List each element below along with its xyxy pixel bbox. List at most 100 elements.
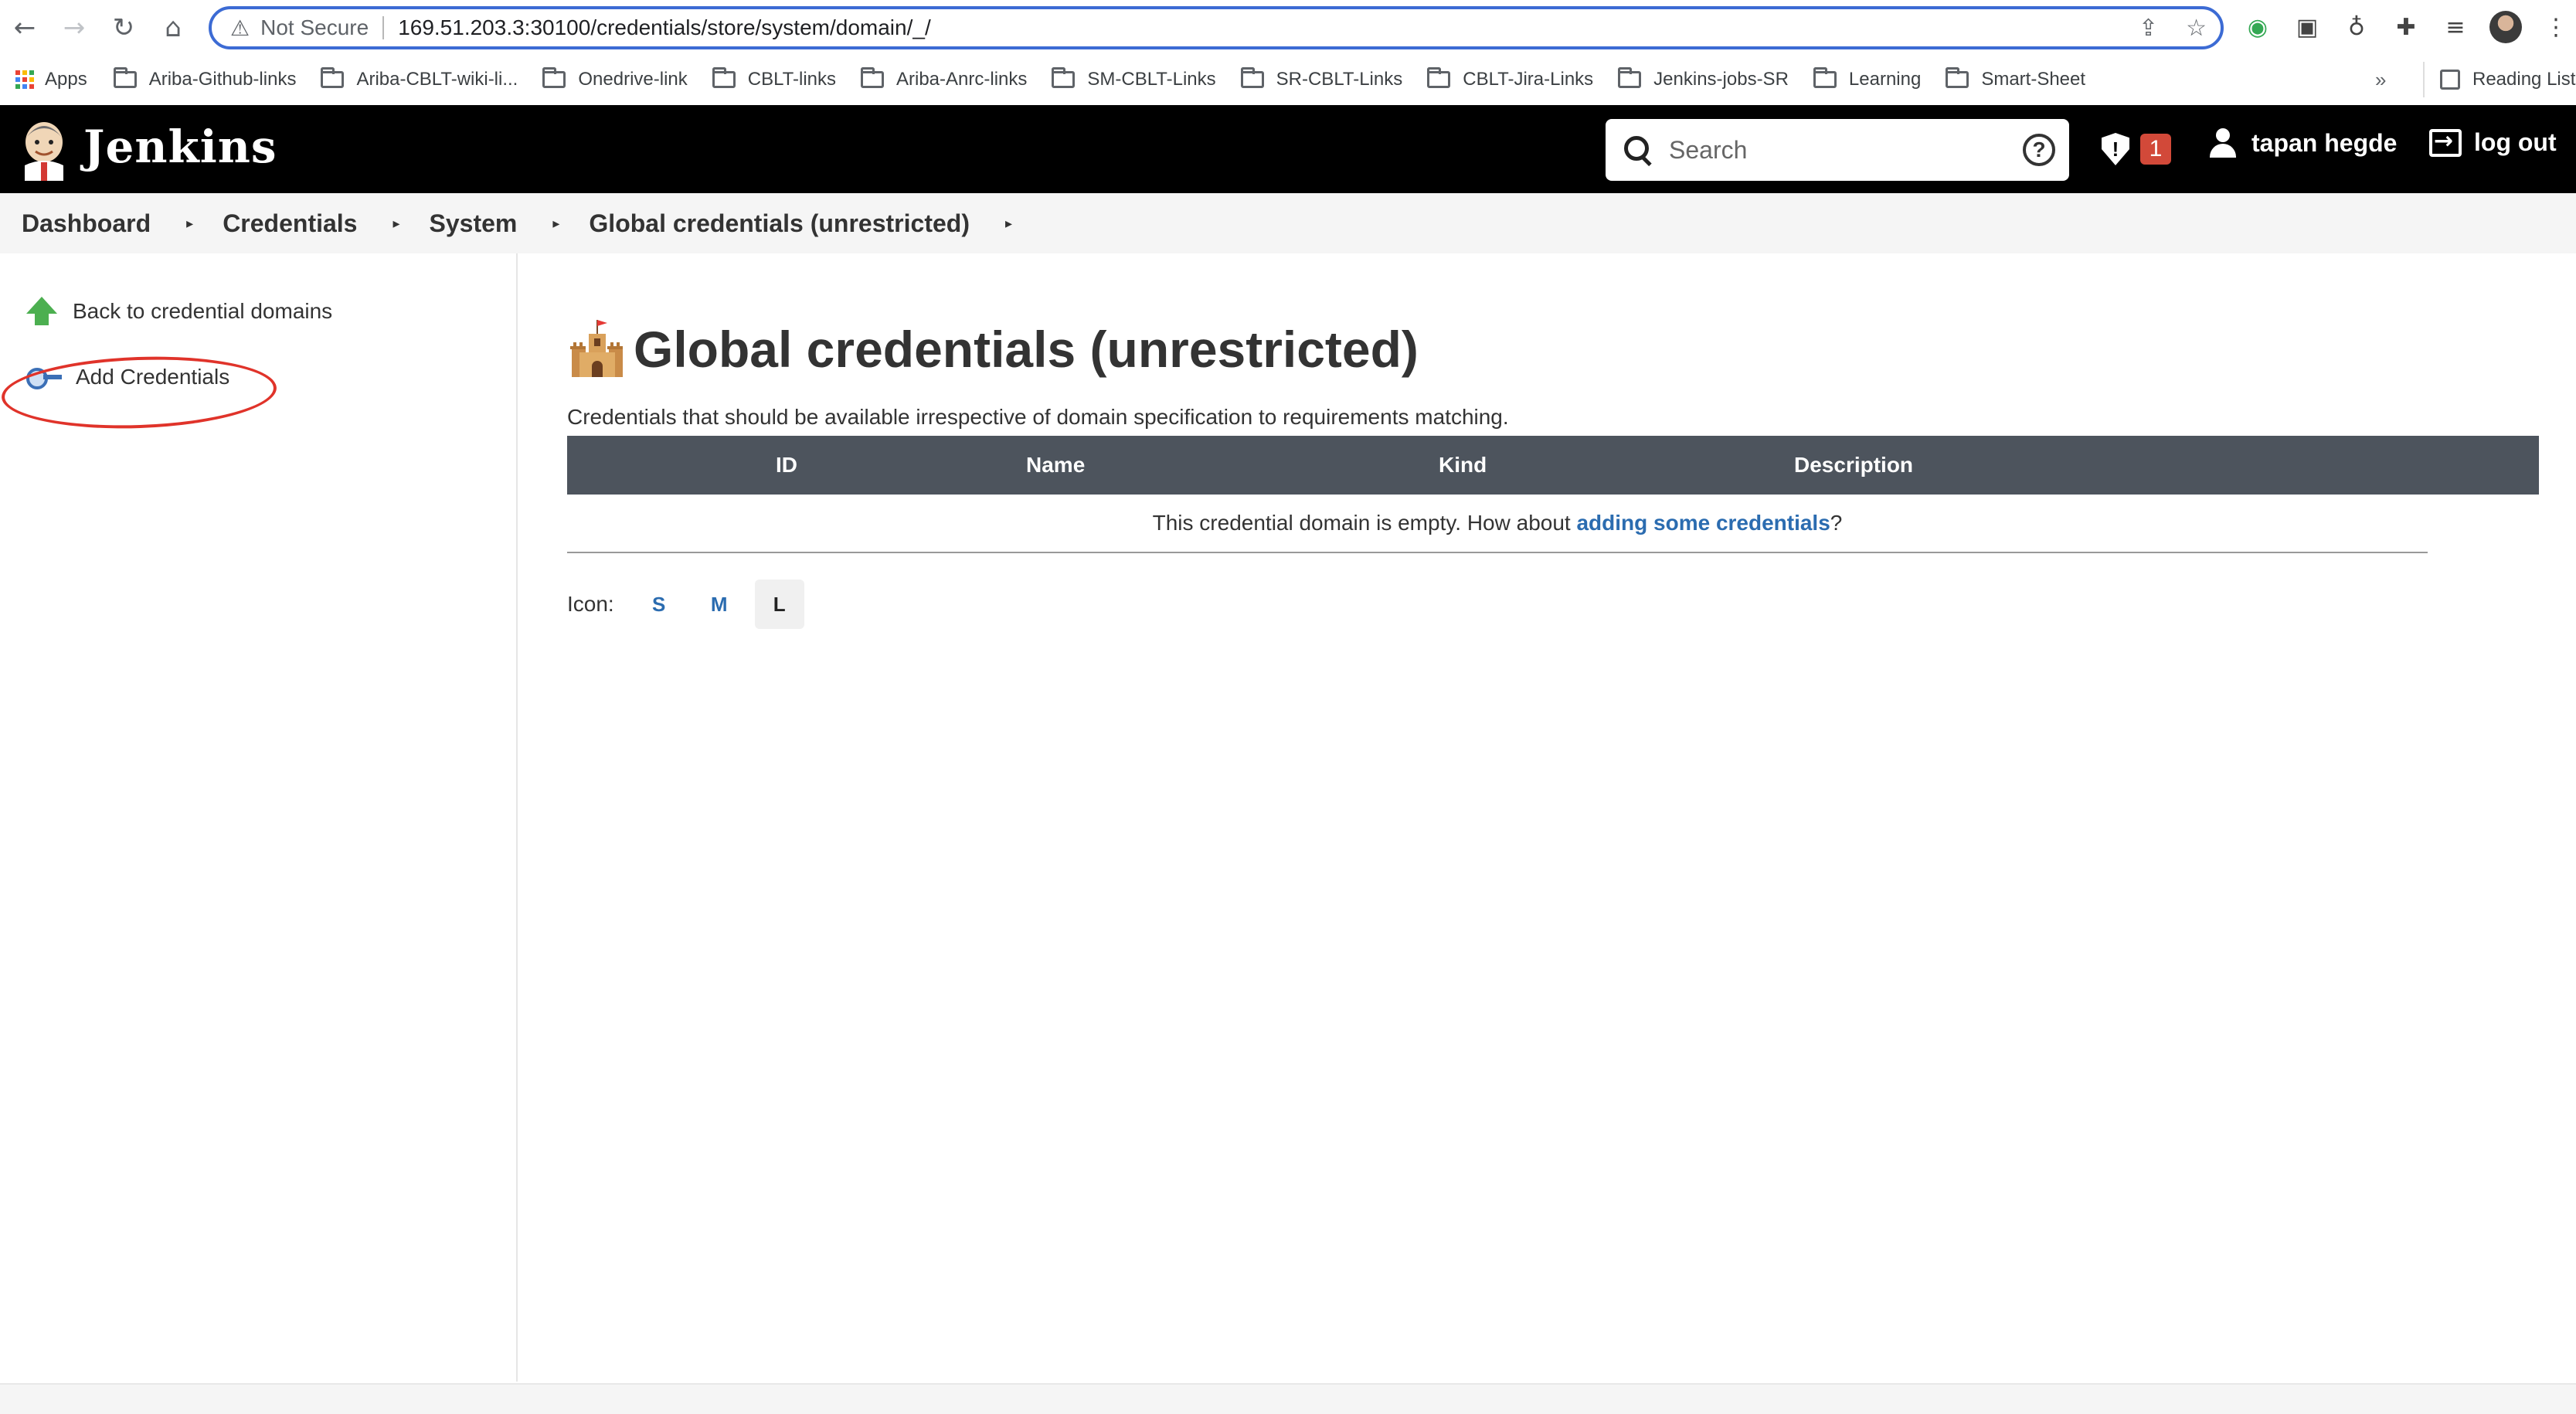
breadcrumb: Dashboard ▸ Credentials ▸ System ▸ Globa… (0, 193, 2576, 253)
folder-icon (1427, 67, 1451, 88)
kebab-menu-icon[interactable]: ⋮ (2540, 12, 2571, 42)
column-header-name[interactable]: Name (1026, 453, 1085, 478)
browser-toolbar: ← → ↻ ⌂ ⚠ Not Secure 169.51.203.3:30100/… (0, 0, 2576, 56)
star-icon[interactable]: ☆ (2186, 15, 2207, 42)
folder-icon (1813, 67, 1837, 88)
adding-some-credentials-link[interactable]: adding some credentials (1576, 511, 1830, 535)
castle-icon (570, 320, 623, 377)
alert-count-badge: 1 (2140, 134, 2171, 165)
bookmark-item[interactable]: Ariba-Github-links (113, 67, 296, 90)
icon-size-small-button[interactable]: S (634, 580, 684, 629)
bookmark-item[interactable]: Smart-Sheet (1946, 67, 2086, 90)
divider (382, 16, 385, 39)
icon-size-large-button[interactable]: L (754, 580, 804, 629)
credentials-table: ID Name Kind Description This credential… (567, 436, 2539, 553)
arrow-up-icon (26, 297, 57, 326)
reading-list-icon (2440, 70, 2460, 90)
bookmark-label: Onedrive-link (578, 69, 688, 90)
folder-icon (1240, 67, 1264, 88)
warning-icon: ⚠ (230, 15, 250, 41)
extension-icon[interactable]: ♁ (2341, 12, 2372, 42)
breadcrumb-global-credentials[interactable]: Global credentials (unrestricted) (589, 209, 970, 238)
user-name: tapan hegde (2251, 128, 2398, 157)
bookmark-label: CBLT-Jira-Links (1463, 69, 1594, 90)
logout-button[interactable]: log out (2429, 127, 2557, 157)
bookmark-label: Learning (1848, 69, 1922, 90)
chevron-right-icon[interactable]: ▸ (393, 216, 399, 232)
extension-icon[interactable]: ▣ (2292, 12, 2323, 42)
column-header-kind[interactable]: Kind (1439, 453, 1487, 478)
bookmark-item[interactable]: Ariba-CBLT-wiki-li... (321, 67, 518, 90)
bookmark-item[interactable]: Ariba-Anrc-links (861, 67, 1028, 90)
bookmarks-bar: Apps Ariba-Github-links Ariba-CBLT-wiki-… (0, 62, 2576, 97)
chevron-right-icon[interactable]: ▸ (1005, 216, 1012, 232)
share-icon[interactable]: ⇪ (2139, 15, 2158, 42)
icon-size-selector: Icon: S M L (567, 580, 804, 629)
icon-size-medium-button[interactable]: M (695, 580, 744, 629)
bookmark-label: Ariba-Anrc-links (896, 69, 1028, 90)
jenkins-brand[interactable]: Jenkins (83, 121, 277, 173)
back-to-credential-domains-link[interactable]: Back to credential domains (26, 297, 332, 326)
bookmark-item[interactable]: SM-CBLT-Links (1052, 67, 1216, 90)
task-label: Back to credential domains (73, 299, 333, 323)
chevron-right-icon[interactable]: ▸ (552, 216, 559, 232)
user-icon (2210, 128, 2236, 158)
chrome-extension-icon[interactable]: ◉ (2242, 12, 2273, 42)
breadcrumb-dashboard[interactable]: Dashboard (22, 209, 151, 238)
logout-icon (2429, 127, 2462, 157)
reading-list-label: Reading List (2472, 69, 2576, 90)
column-header-id[interactable]: ID (776, 453, 797, 478)
empty-suffix: ? (1830, 511, 1843, 535)
puzzle-icon[interactable]: ✚ (2391, 12, 2421, 42)
jenkins-logo-icon[interactable] (19, 119, 70, 181)
bookmark-apps[interactable]: Apps (15, 69, 87, 90)
page-description: Credentials that should be available irr… (567, 405, 1509, 429)
reading-list-button[interactable]: Reading List (2423, 62, 2575, 97)
logout-label: log out (2474, 128, 2557, 156)
folder-icon (1946, 67, 1969, 88)
back-arrow-icon[interactable]: ← (6, 9, 43, 46)
search-icon (1623, 134, 1653, 165)
empty-prefix: This credential domain is empty. How abo… (1152, 511, 1577, 535)
chevron-right-icon[interactable]: ▸ (186, 216, 193, 232)
search-input[interactable] (1669, 135, 2009, 165)
breadcrumb-system[interactable]: System (430, 209, 518, 238)
apps-grid-icon (15, 70, 34, 89)
empty-message-row: This credential domain is empty. How abo… (567, 495, 2428, 553)
media-queue-icon[interactable]: ≡ (2440, 12, 2471, 42)
url-text[interactable]: 169.51.203.3:30100/credentials/store/sys… (398, 15, 931, 40)
bookmark-item[interactable]: Onedrive-link (542, 67, 688, 90)
table-header: ID Name Kind Description (567, 436, 2539, 495)
bookmark-label: CBLT-links (747, 69, 836, 90)
address-bar[interactable]: ⚠ Not Secure 169.51.203.3:30100/credenti… (209, 6, 2224, 49)
profile-avatar[interactable] (2489, 11, 2522, 43)
title-row: Global credentials (unrestricted) (567, 318, 1419, 380)
bookmark-item[interactable]: Jenkins-jobs-SR (1618, 67, 1789, 90)
bookmark-item[interactable]: CBLT-links (712, 67, 836, 90)
bookmark-item[interactable]: Learning (1813, 67, 1922, 90)
icon-size-label: Icon: (567, 592, 614, 616)
jenkins-header: Jenkins ? ! 1 tapan hegde log out (0, 105, 2576, 193)
bookmark-label: Jenkins-jobs-SR (1653, 69, 1789, 90)
security-alert-button[interactable]: ! 1 (2102, 133, 2171, 165)
search-box[interactable]: ? (1606, 119, 2069, 181)
bookmark-label: Smart-Sheet (1981, 69, 2086, 90)
folder-icon (542, 67, 566, 88)
user-menu[interactable]: tapan hegde (2210, 128, 2397, 158)
help-icon[interactable]: ? (2023, 134, 2055, 166)
bookmark-label: Apps (45, 69, 87, 90)
column-header-description[interactable]: Description (1794, 453, 1913, 478)
bookmark-item[interactable]: CBLT-Jira-Links (1427, 67, 1594, 90)
bookmark-label: Ariba-CBLT-wiki-li... (356, 69, 518, 90)
page-title: Global credentials (unrestricted) (634, 321, 1419, 378)
bookmarks-overflow-icon[interactable]: » (2375, 62, 2386, 97)
security-label[interactable]: Not Secure (260, 15, 369, 40)
folder-icon (321, 67, 345, 88)
bookmark-label: SM-CBLT-Links (1087, 69, 1216, 90)
reload-icon[interactable]: ↻ (105, 9, 142, 46)
forward-arrow-icon[interactable]: → (56, 9, 93, 46)
breadcrumb-credentials[interactable]: Credentials (223, 209, 357, 238)
shield-icon: ! (2102, 133, 2129, 165)
bookmark-item[interactable]: SR-CBLT-Links (1240, 67, 1402, 90)
home-icon[interactable]: ⌂ (155, 9, 192, 46)
